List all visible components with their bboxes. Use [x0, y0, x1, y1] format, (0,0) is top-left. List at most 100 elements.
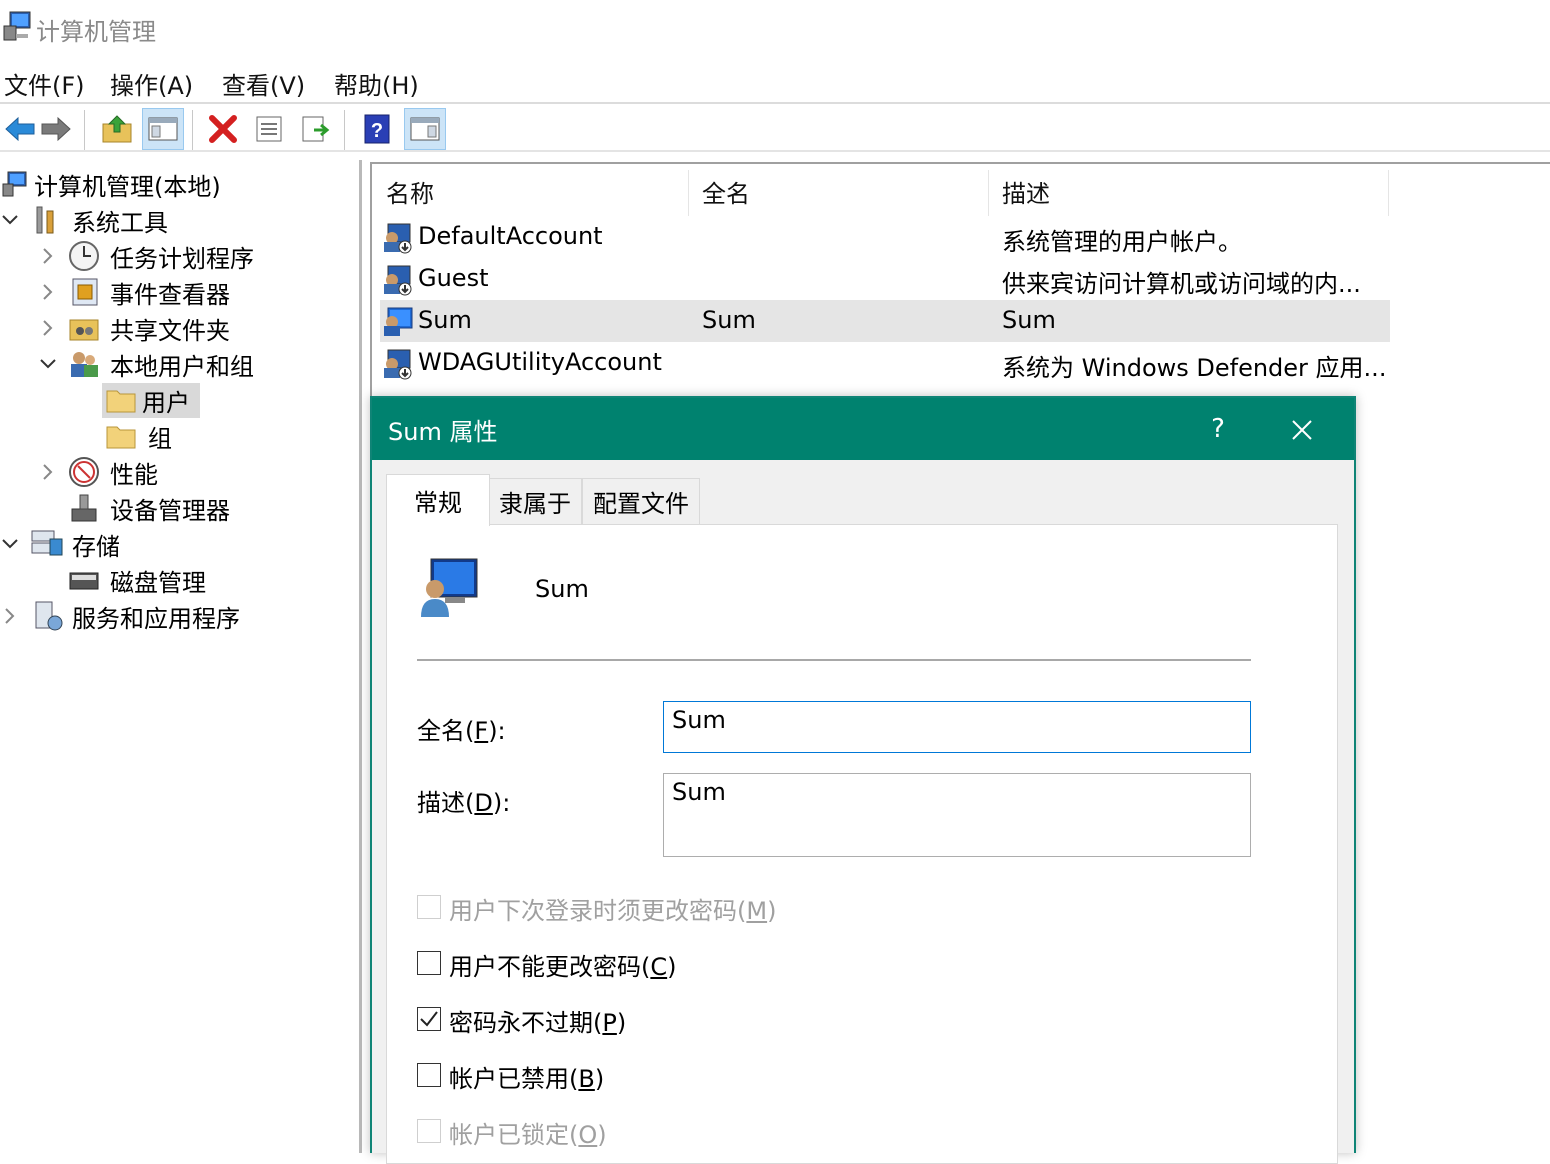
tab-general[interactable]: 常规 [386, 474, 490, 526]
separator-line [417, 659, 1251, 661]
folder-icon [106, 390, 136, 413]
properties-button[interactable] [248, 108, 290, 150]
device-manager-icon [71, 494, 97, 522]
tree-item-event-viewer[interactable]: 事件查看器 [0, 274, 230, 310]
export-list-button[interactable] [294, 108, 336, 150]
tree-item-disk-management[interactable]: 磁盘管理 [0, 562, 206, 598]
tree-item-task-scheduler[interactable]: 任务计划程序 [0, 238, 254, 274]
user-name: DefaultAccount [418, 222, 603, 250]
user-icon [384, 307, 413, 336]
menu-bar: 文件(F) 操作(A) 查看(V) 帮助(H) [0, 60, 1550, 102]
tree-item-device-manager[interactable]: 设备管理器 [0, 490, 230, 526]
column-divider[interactable] [1388, 170, 1389, 216]
menu-help[interactable]: 帮助(H) [334, 66, 419, 101]
chevron-right-icon[interactable] [38, 462, 58, 482]
toolbar: ? [0, 106, 1550, 152]
menu-action[interactable]: 操作(A) [110, 66, 193, 101]
tree-item-shared-folders[interactable]: 共享文件夹 [0, 310, 230, 346]
svg-text:?: ? [371, 120, 383, 142]
column-header-fullname[interactable]: 全名 [702, 174, 750, 209]
services-icon [35, 601, 63, 631]
forward-arrow-icon [41, 116, 71, 142]
dialog-title-bar[interactable]: Sum 属性 ? [372, 398, 1354, 460]
must-change-password-checkbox[interactable] [417, 895, 441, 919]
close-button[interactable] [1282, 410, 1322, 450]
list-row[interactable]: WDAGUtilityAccount 系统为 Windows Defender … [380, 342, 1390, 384]
tree-label: 事件查看器 [110, 280, 230, 309]
chevron-right-icon[interactable] [0, 606, 20, 626]
username-display: Sum [535, 575, 589, 603]
computer-management-icon [3, 11, 31, 41]
help-book-icon: ? [364, 114, 390, 144]
list-row-selected[interactable]: Sum Sum Sum [380, 300, 1390, 342]
properties-icon [256, 116, 282, 142]
account-locked-checkbox[interactable] [417, 1119, 441, 1143]
toolbar-separator [344, 110, 345, 150]
tab-profile[interactable]: 配置文件 [582, 478, 700, 524]
tree-item-users[interactable]: 用户 [0, 382, 200, 418]
tree-item-services-applications[interactable]: 服务和应用程序 [0, 598, 240, 634]
disabled-user-icon [384, 223, 412, 254]
fullname-label: 全名(F): [417, 717, 506, 745]
forward-button[interactable] [34, 108, 76, 150]
description-input[interactable]: Sum [663, 773, 1251, 857]
console-tree: 计算机管理(本地) 系统工具 任务计划程序 事件查看器 共享文件夹 本地用户和组… [0, 160, 362, 1153]
show-hide-tree-button[interactable] [142, 108, 184, 150]
must-change-password-label: 用户下次登录时须更改密码(M) [449, 897, 777, 925]
chevron-right-icon[interactable] [38, 282, 58, 302]
tree-item-groups[interactable]: 组 [0, 418, 172, 454]
list-row[interactable]: DefaultAccount 系统管理的用户帐户。 [380, 216, 1390, 258]
toolbar-separator [192, 110, 193, 150]
column-header-description[interactable]: 描述 [1002, 174, 1050, 209]
column-divider[interactable] [988, 170, 989, 216]
tree-label: 设备管理器 [110, 496, 230, 525]
password-never-expires-label: 密码永不过期(P) [449, 1009, 627, 1037]
computer-management-icon [2, 171, 27, 197]
user-properties-dialog: Sum 属性 ? 常规 隶属于 配置文件 Sum 全名(F): Sum 描述(D… [370, 396, 1356, 1164]
tree-label: 磁盘管理 [110, 568, 206, 597]
help-button[interactable]: ? [356, 108, 398, 150]
description-label: 描述(D): [417, 789, 511, 817]
action-pane-icon [410, 117, 440, 141]
help-button[interactable]: ? [1198, 410, 1238, 450]
user-name: Sum [418, 306, 472, 334]
cannot-change-password-checkbox[interactable] [417, 951, 441, 975]
performance-icon [69, 457, 99, 487]
fullname-input[interactable]: Sum [663, 701, 1251, 753]
list-row[interactable]: Guest 供来宾访问计算机或访问域的内... [380, 258, 1390, 300]
description-value: Sum [672, 778, 726, 806]
toolbar-separator [84, 110, 85, 150]
tree-item-storage[interactable]: 存储 [0, 526, 120, 562]
tree-label: 任务计划程序 [110, 244, 254, 273]
chevron-right-icon[interactable] [38, 318, 58, 338]
password-never-expires-checkbox[interactable] [417, 1007, 441, 1031]
column-header-name[interactable]: 名称 [386, 174, 434, 209]
shared-folder-icon [69, 319, 99, 341]
chevron-down-icon[interactable] [0, 210, 20, 230]
action-pane-button[interactable] [404, 108, 446, 150]
users-group-icon [71, 352, 98, 377]
tab-member-of[interactable]: 隶属于 [488, 478, 582, 524]
menu-view[interactable]: 查看(V) [222, 66, 305, 101]
tree-label: 存储 [72, 532, 120, 561]
tree-item-performance[interactable]: 性能 [0, 454, 158, 490]
menu-file[interactable]: 文件(F) [4, 66, 85, 101]
column-divider[interactable] [688, 170, 689, 216]
account-disabled-checkbox[interactable] [417, 1063, 441, 1087]
cannot-change-password-label: 用户不能更改密码(C) [449, 953, 677, 981]
delete-button[interactable] [202, 108, 244, 150]
chevron-down-icon[interactable] [38, 354, 58, 374]
tree-item-local-users-groups[interactable]: 本地用户和组 [0, 346, 254, 382]
export-icon [302, 116, 330, 142]
up-level-button[interactable] [96, 108, 138, 150]
chevron-right-icon[interactable] [38, 246, 58, 266]
chevron-down-icon[interactable] [0, 534, 20, 554]
tree-label: 组 [148, 424, 172, 453]
toolbar-border [0, 150, 1550, 152]
back-arrow-icon [5, 116, 35, 142]
user-description: 系统管理的用户帐户。 [1002, 228, 1242, 256]
account-locked-label: 帐户已锁定(O) [449, 1121, 607, 1149]
tree-item-system-tools[interactable]: 系统工具 [0, 202, 168, 238]
tree-item-computer-management[interactable]: 计算机管理(本地) [0, 166, 221, 202]
storage-icon [31, 530, 63, 556]
